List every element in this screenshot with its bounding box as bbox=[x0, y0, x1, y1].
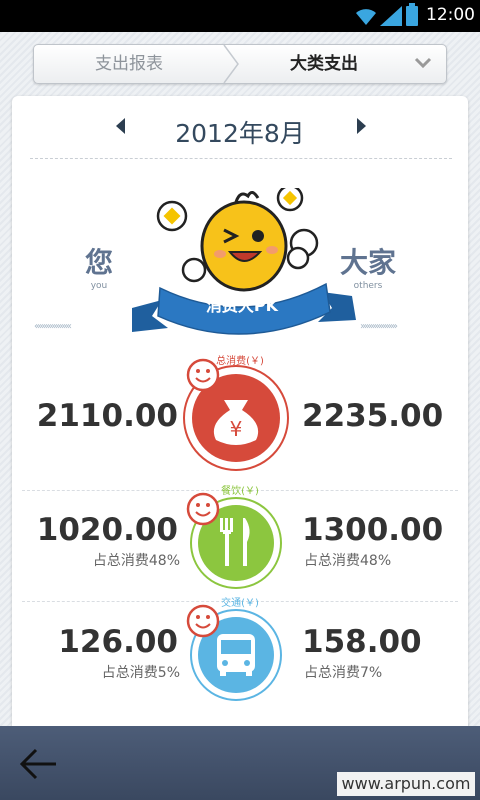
report-card: 2012年8月 您 you 大家 others ‹‹‹‹‹‹‹‹‹‹‹‹‹‹‹‹… bbox=[12, 96, 468, 736]
row-transport: 交通(￥) 126.00 占总消费5% 158.00 占总消费7% bbox=[12, 594, 468, 704]
wifi-icon bbox=[356, 9, 376, 25]
status-time: 12:00 bbox=[426, 5, 475, 25]
chevron-down-icon[interactable] bbox=[414, 56, 432, 70]
battery-icon bbox=[406, 3, 418, 26]
report-selector[interactable]: 支出报表 大类支出 bbox=[33, 44, 447, 84]
pk-banner-text: 消费大PK bbox=[205, 296, 279, 315]
divider bbox=[30, 158, 452, 159]
chevron-decoration-left: ‹‹‹‹‹‹‹‹‹‹‹‹‹‹‹‹‹‹ bbox=[34, 321, 72, 332]
smiley-icon bbox=[186, 358, 220, 392]
next-month-arrow[interactable] bbox=[357, 118, 366, 134]
back-arrow-icon[interactable] bbox=[18, 744, 58, 784]
status-bar: 12:00 bbox=[0, 0, 480, 32]
you-value: 2110.00 bbox=[36, 398, 178, 434]
others-percentage: 占总消费48% bbox=[304, 553, 392, 569]
you-percentage: 占总消费5% bbox=[101, 665, 180, 681]
you-value: 126.00 bbox=[58, 624, 178, 660]
smiley-icon bbox=[186, 604, 220, 638]
others-value: 1300.00 bbox=[302, 512, 444, 548]
breadcrumb-separator bbox=[223, 45, 239, 83]
category-select[interactable]: 大类支出 bbox=[244, 45, 404, 83]
month-title: 2012年8月 bbox=[175, 119, 305, 148]
svg-text:¥: ¥ bbox=[230, 417, 243, 441]
others-value: 2235.00 bbox=[302, 398, 444, 434]
row-total: 总消费(￥) 2110.00 2235.00 ¥ bbox=[12, 346, 468, 471]
row-dining: 餐饮(￥) 1020.00 占总消费48% 1300.00 占总消费48% bbox=[12, 482, 468, 592]
others-value: 158.00 bbox=[302, 624, 422, 660]
others-percentage: 占总消费7% bbox=[304, 665, 383, 681]
signal-icon bbox=[380, 6, 402, 26]
smiley-icon bbox=[186, 492, 220, 526]
watermark-text: www.arpun.com bbox=[337, 772, 475, 796]
you-percentage: 占总消费48% bbox=[92, 553, 180, 569]
breadcrumb-report[interactable]: 支出报表 bbox=[34, 45, 224, 83]
you-value: 1020.00 bbox=[36, 512, 178, 548]
